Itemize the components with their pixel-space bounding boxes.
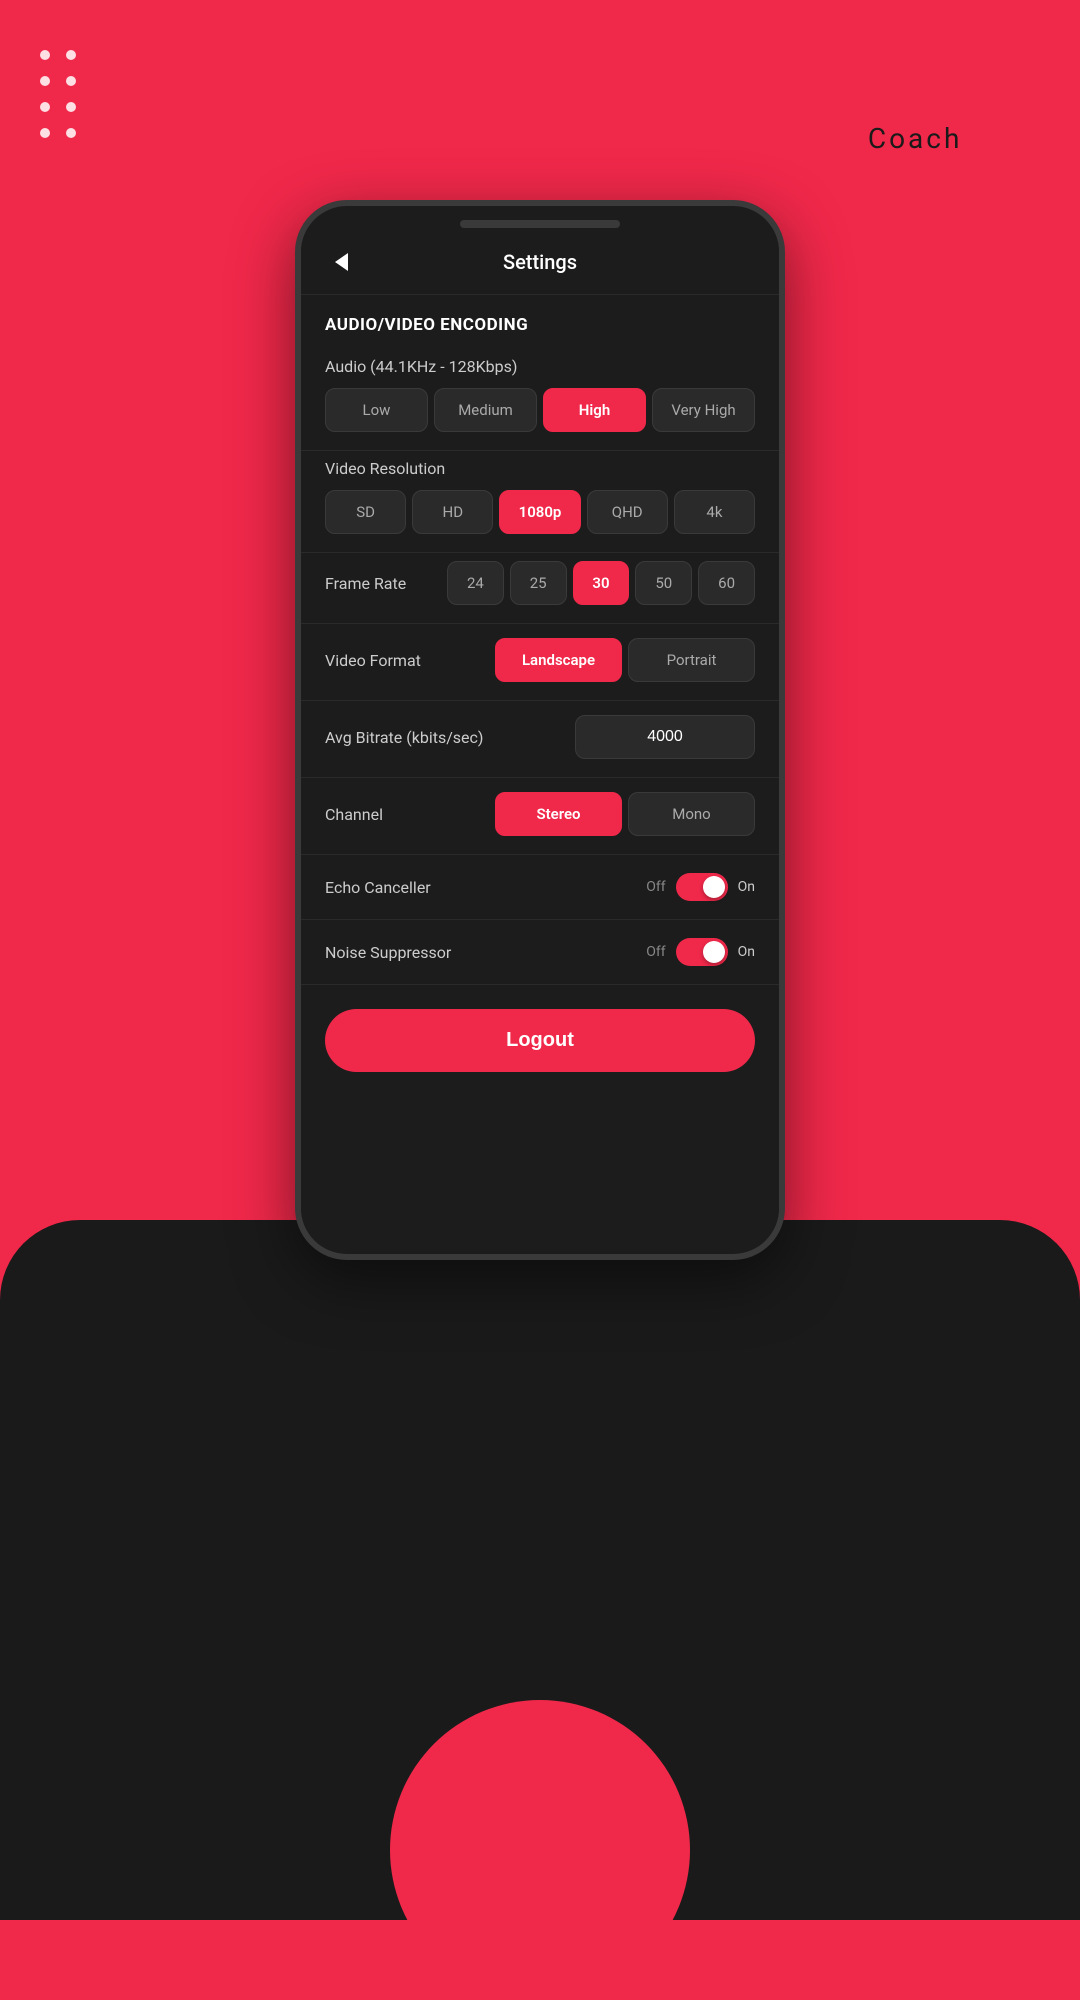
echo-canceller-label: Echo Canceller bbox=[325, 878, 431, 897]
resolution-1080p[interactable]: 1080p bbox=[499, 490, 580, 534]
echo-canceller-toggle[interactable] bbox=[676, 873, 728, 901]
phone-mute-button bbox=[295, 386, 298, 436]
channel-group: Stereo Mono bbox=[495, 792, 755, 836]
frame-rate-25[interactable]: 25 bbox=[510, 561, 567, 605]
noise-suppressor-toggle[interactable] bbox=[676, 938, 728, 966]
frame-rate-24[interactable]: 24 bbox=[447, 561, 504, 605]
video-format-group: Landscape Portrait bbox=[495, 638, 755, 682]
phone-power-button bbox=[782, 406, 785, 486]
coach-label: Coach bbox=[810, 122, 1020, 155]
echo-canceller-toggle-group: Off On bbox=[646, 873, 755, 901]
audio-label: Audio (44.1KHz - 128Kbps) bbox=[325, 357, 755, 376]
echo-canceller-row: Echo Canceller Off On bbox=[301, 855, 779, 920]
channel-row: Channel Stereo Mono bbox=[301, 778, 779, 855]
frame-rate-60[interactable]: 60 bbox=[698, 561, 755, 605]
back-chevron-icon bbox=[335, 253, 348, 271]
audio-option-very-high[interactable]: Very High bbox=[652, 388, 755, 432]
settings-header: Settings bbox=[301, 228, 779, 295]
noise-suppressor-toggle-group: Off On bbox=[646, 938, 755, 966]
channel-label: Channel bbox=[325, 805, 383, 824]
brand-logo: TRIBE Coach bbox=[810, 50, 1020, 155]
video-format-row: Video Format Landscape Portrait bbox=[301, 624, 779, 701]
resolution-4k[interactable]: 4k bbox=[674, 490, 755, 534]
audio-option-low[interactable]: Low bbox=[325, 388, 428, 432]
back-button[interactable] bbox=[325, 246, 357, 278]
phone-volume-up-button bbox=[295, 456, 298, 536]
video-resolution-row: Video Resolution SD HD 1080p QHD 4k bbox=[301, 451, 779, 553]
section-title: AUDIO/VIDEO ENCODING bbox=[301, 295, 779, 349]
frame-rate-row: Frame Rate 24 25 30 50 60 bbox=[301, 553, 779, 624]
toggle-knob bbox=[703, 876, 725, 898]
audio-options-group: Low Medium High Very High bbox=[325, 388, 755, 432]
phone-device: Settings AUDIO/VIDEO ENCODING Audio (44.… bbox=[295, 200, 785, 1260]
logout-button[interactable]: Logout bbox=[325, 1009, 755, 1072]
video-format-label: Video Format bbox=[325, 651, 421, 670]
video-resolution-label: Video Resolution bbox=[325, 459, 755, 478]
frame-rate-group: 24 25 30 50 60 bbox=[447, 561, 755, 605]
frame-rate-label: Frame Rate bbox=[325, 574, 435, 593]
phone-notch bbox=[460, 220, 620, 228]
video-resolution-group: SD HD 1080p QHD 4k bbox=[325, 490, 755, 534]
avg-bitrate-label: Avg Bitrate (kbits/sec) bbox=[325, 728, 483, 747]
format-landscape[interactable]: Landscape bbox=[495, 638, 622, 682]
echo-off-label: Off bbox=[646, 879, 665, 895]
app-screen: Settings AUDIO/VIDEO ENCODING Audio (44.… bbox=[301, 228, 779, 1246]
format-portrait[interactable]: Portrait bbox=[628, 638, 755, 682]
avg-bitrate-row: Avg Bitrate (kbits/sec) bbox=[301, 701, 779, 778]
resolution-sd[interactable]: SD bbox=[325, 490, 406, 534]
channel-mono[interactable]: Mono bbox=[628, 792, 755, 836]
toggle-knob-noise bbox=[703, 941, 725, 963]
audio-option-high[interactable]: High bbox=[543, 388, 646, 432]
avg-bitrate-input[interactable] bbox=[575, 715, 755, 759]
resolution-hd[interactable]: HD bbox=[412, 490, 493, 534]
noise-on-label: On bbox=[738, 944, 755, 960]
audio-option-medium[interactable]: Medium bbox=[434, 388, 537, 432]
page-title: Settings bbox=[357, 250, 723, 274]
decorative-dots bbox=[40, 50, 80, 142]
frame-rate-inner: Frame Rate 24 25 30 50 60 bbox=[325, 561, 755, 605]
noise-suppressor-label: Noise Suppressor bbox=[325, 943, 451, 962]
noise-suppressor-row: Noise Suppressor Off On bbox=[301, 920, 779, 985]
frame-rate-50[interactable]: 50 bbox=[635, 561, 692, 605]
channel-stereo[interactable]: Stereo bbox=[495, 792, 622, 836]
echo-on-label: On bbox=[738, 879, 755, 895]
logo-text: TRIBE bbox=[810, 50, 1020, 118]
noise-off-label: Off bbox=[646, 944, 665, 960]
audio-setting-row: Audio (44.1KHz - 128Kbps) Low Medium Hig… bbox=[301, 349, 779, 451]
frame-rate-30[interactable]: 30 bbox=[573, 561, 630, 605]
resolution-qhd[interactable]: QHD bbox=[587, 490, 668, 534]
phone-volume-down-button bbox=[295, 556, 298, 636]
bottom-circle-decoration bbox=[390, 1700, 690, 2000]
